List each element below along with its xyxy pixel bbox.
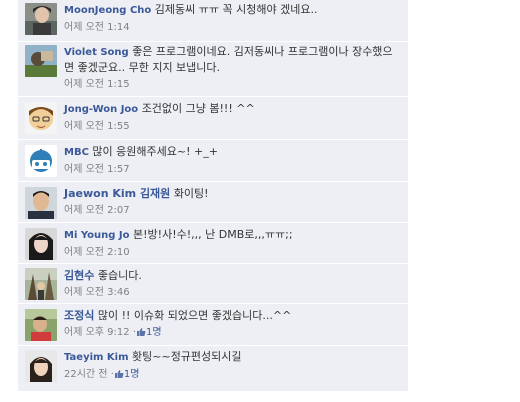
- avatar[interactable]: [25, 268, 57, 300]
- comment-timestamp[interactable]: 어제 오전 2:07: [64, 205, 130, 216]
- comment-text: 많이 응원해주세요~! +_+: [92, 145, 218, 158]
- avatar[interactable]: [25, 350, 57, 382]
- comment-item: Jaewon Kim 김재원 화이팅! 어제 오전 2:07: [18, 182, 408, 223]
- comment-item: 김현수 좋습니다. 어제 오전 3:46: [18, 264, 408, 304]
- comment-text: 화이팅!: [173, 187, 209, 200]
- avatar[interactable]: [25, 102, 57, 134]
- comment-timestamp[interactable]: 어제 오전 1:14: [64, 22, 130, 33]
- comment-timestamp[interactable]: 어제 오전 1:55: [64, 121, 130, 132]
- avatar[interactable]: [25, 187, 57, 219]
- avatar[interactable]: [25, 228, 57, 260]
- commenter-name[interactable]: Mi Young Jo: [64, 230, 130, 241]
- commenter-name[interactable]: Taeyim Kim: [64, 352, 129, 363]
- avatar[interactable]: [25, 309, 57, 341]
- commenter-name[interactable]: 김현수: [64, 269, 94, 282]
- comment-item: Mi Young Jo 본!방!사!수!,,, 난 DMB로,,,ㅠㅠ;; 어제…: [18, 223, 408, 264]
- like-count-label: 1명: [146, 327, 162, 338]
- comment-timestamp[interactable]: 어제 오전 1:15: [64, 79, 130, 90]
- commenter-name[interactable]: 조정식: [64, 309, 94, 322]
- comment-timestamp[interactable]: 22시간 전: [64, 369, 108, 380]
- comment-item: MBC 많이 응원해주세요~! +_+ 어제 오전 1:57: [18, 140, 408, 182]
- comment-text: 많이 !! 이슈화 되었으면 좋겠습니다...^^: [97, 309, 292, 322]
- thumbs-up-icon: [136, 327, 146, 341]
- commenter-name[interactable]: MBC: [64, 147, 89, 158]
- comment-text: 조건없이 그냥 봄!!! ^^: [141, 102, 255, 115]
- comment-timestamp[interactable]: 어제 오전 2:10: [64, 247, 130, 258]
- avatar[interactable]: [25, 145, 57, 177]
- like-count-label: 1명: [123, 369, 140, 380]
- comment-item: 조정식 많이 !! 이슈화 되었으면 좋겠습니다...^^ 어제 오후 9:12…: [18, 304, 408, 346]
- comment-item: Jong-Won Joo 조건없이 그냥 봄!!! ^^ 어제 오전 1:55: [18, 97, 408, 140]
- comment-item: Taeyim Kim 홧팅~~정규편성되시길 22시간 전 · 1명: [18, 346, 408, 392]
- comment-text: 좋습니다.: [97, 269, 142, 282]
- comment-item: MoonJeong Cho 김제동씨 ㅠㅠ 꼭 시청해야 겠네요.. 어제 오전…: [18, 0, 408, 42]
- comment-item: Violet Song 좋은 프로그램이네요. 김저동씨나 프로그램이나 장수했…: [18, 42, 408, 97]
- commenter-name[interactable]: Violet Song: [64, 47, 129, 58]
- avatar[interactable]: [25, 3, 57, 35]
- commenter-name[interactable]: MoonJeong Cho: [64, 5, 151, 16]
- avatar[interactable]: [25, 45, 57, 77]
- comment-timestamp[interactable]: 어제 오전 1:57: [64, 164, 130, 175]
- commenter-name[interactable]: Jaewon Kim 김재원: [64, 187, 170, 200]
- like-count[interactable]: 1명: [136, 327, 162, 338]
- comment-text: 김제동씨 ㅠㅠ 꼭 시청해야 겠네요..: [154, 3, 318, 16]
- comment-timestamp[interactable]: 어제 오후 9:12: [64, 327, 130, 338]
- comment-text: 본!방!사!수!,,, 난 DMB로,,,ㅠㅠ;;: [133, 228, 293, 241]
- comment-text: 홧팅~~정규편성되시길: [132, 350, 242, 363]
- comment-feed: MoonJeong Cho 김제동씨 ㅠㅠ 꼭 시청해야 겠네요.. 어제 오전…: [18, 0, 408, 392]
- commenter-name[interactable]: Jong-Won Joo: [64, 104, 138, 115]
- like-count[interactable]: 1명: [114, 369, 140, 383]
- thumbs-up-icon: [114, 369, 124, 383]
- comment-timestamp[interactable]: 어제 오전 3:46: [64, 287, 130, 298]
